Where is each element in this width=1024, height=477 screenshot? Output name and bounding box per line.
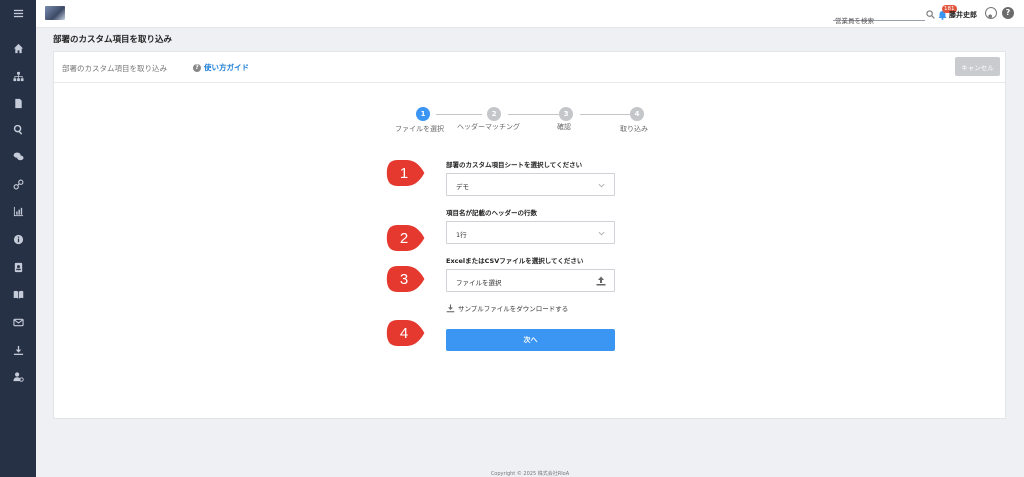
search-input[interactable] — [833, 15, 925, 27]
user-avatar-icon[interactable] — [985, 7, 997, 19]
search-field-wrap — [833, 8, 925, 27]
chat-icon[interactable] — [0, 146, 36, 166]
question-icon: ? — [193, 63, 201, 72]
file-upload-field[interactable]: ファイルを選択 — [446, 269, 615, 292]
step-2-label: ヘッダーマッチング — [457, 123, 520, 131]
chevron-down-icon — [598, 231, 605, 236]
callout-marker-3: 3 — [386, 265, 426, 293]
step-connector — [508, 114, 559, 115]
step-1-circle: 1 — [416, 107, 430, 121]
user-name[interactable]: 藤井史郎 — [949, 10, 977, 20]
book-icon[interactable] — [0, 284, 36, 304]
step-connector — [436, 114, 482, 115]
callout-3-number: 3 — [400, 271, 408, 288]
sheet-select[interactable]: デモ — [446, 173, 615, 196]
upload-icon[interactable] — [595, 275, 607, 287]
link-icon[interactable] — [0, 174, 36, 194]
sheet-select-value: デモ — [456, 183, 469, 191]
header-rows-select[interactable]: 1行 — [446, 221, 615, 244]
sidebar — [0, 0, 36, 477]
breadcrumb: 部署のカスタム項目を取り込み — [62, 64, 167, 73]
usage-guide-label: 使い方ガイド — [204, 63, 249, 72]
download-icon[interactable] — [0, 340, 36, 360]
page-title: 部署のカスタム項目を取り込み — [53, 35, 173, 45]
search-icon[interactable] — [926, 10, 935, 19]
mail-icon[interactable] — [0, 312, 36, 332]
usage-guide-link[interactable]: ? 使い方ガイド — [193, 62, 249, 73]
step-1-label: ファイルを選択 — [395, 125, 444, 133]
step-2-circle: 2 — [487, 107, 501, 121]
header-rows-value: 1行 — [456, 231, 467, 239]
menu-icon[interactable] — [0, 3, 36, 23]
callout-4-number: 4 — [400, 325, 408, 342]
home-icon[interactable] — [0, 38, 36, 58]
download-icon — [446, 303, 455, 312]
org-chart-icon[interactable] — [0, 66, 36, 86]
sample-download-label: サンプルファイルをダウンロードする — [458, 305, 569, 313]
sample-download-link[interactable]: サンプルファイルをダウンロードする — [446, 303, 568, 313]
cancel-button[interactable]: キャンセル — [955, 57, 1000, 76]
callout-2-number: 2 — [400, 230, 408, 247]
info-icon[interactable] — [0, 229, 36, 249]
document-icon[interactable] — [0, 93, 36, 113]
help-icon[interactable]: ? — [1002, 7, 1014, 19]
sheet-select-label: 部署のカスタム項目シートを選択してください — [446, 161, 583, 169]
callout-marker-2: 2 — [386, 224, 426, 252]
bar-chart-icon[interactable] — [0, 201, 36, 221]
step-4-circle: 4 — [630, 107, 644, 121]
topbar: 181 藤井史郎 ? — [36, 0, 1024, 28]
callout-marker-1: 1 — [386, 159, 426, 187]
step-connector — [580, 114, 630, 115]
file-select-label: ExcelまたはCSVファイルを選択してください — [446, 257, 584, 265]
company-logo[interactable] — [45, 6, 65, 20]
panel-header: 部署のカスタム項目を取り込み ? 使い方ガイド キャンセル — [54, 52, 1005, 83]
step-3-label: 確認 — [557, 123, 571, 131]
user-settings-icon[interactable] — [0, 366, 36, 386]
footer-copyright: Copyright © 2025 株式会社RIoA — [490, 471, 570, 477]
file-upload-value: ファイルを選択 — [456, 279, 502, 287]
step-4-label: 取り込み — [620, 125, 648, 133]
step-3-circle: 3 — [559, 107, 573, 121]
chevron-down-icon — [598, 183, 605, 188]
search-icon[interactable] — [0, 119, 36, 139]
callout-marker-4: 4 — [386, 319, 426, 347]
next-button[interactable]: 次へ — [446, 329, 615, 351]
header-rows-label: 項目名が記載のヘッダーの行数 — [446, 209, 537, 217]
callout-1-number: 1 — [400, 165, 408, 182]
contact-card-icon[interactable] — [0, 257, 36, 277]
